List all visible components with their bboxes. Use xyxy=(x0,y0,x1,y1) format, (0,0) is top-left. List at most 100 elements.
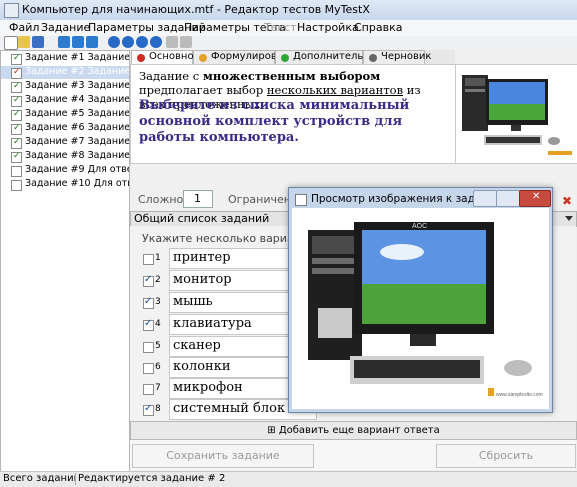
menu-file[interactable]: Файл xyxy=(9,21,39,34)
answer-row: 5 сканер xyxy=(140,336,317,357)
save-icon[interactable] xyxy=(32,36,44,48)
tab-main[interactable]: Основное xyxy=(131,50,200,65)
menu-bar: Файл Задание Параметры заданий Параметры… xyxy=(0,20,577,36)
task-checkbox[interactable]: ✓ xyxy=(11,68,22,79)
difficulty-stepper[interactable]: 1 xyxy=(183,190,213,208)
tab-additional[interactable]: Дополнительно xyxy=(275,50,376,65)
task-item[interactable]: ✓Задание #3 Задание с оди xyxy=(1,80,129,93)
app-icon xyxy=(4,3,19,18)
check-icon: ✓ xyxy=(13,123,21,133)
answer-row: 1 принтер xyxy=(140,248,317,269)
task-item-selected[interactable]: ✓Задание #2 Задание с мн xyxy=(1,66,129,79)
task-add-icon[interactable] xyxy=(58,36,70,48)
check-icon: ✓ xyxy=(13,81,21,91)
task-checkbox[interactable]: ✓ xyxy=(11,96,22,107)
check-icon: ✓ xyxy=(13,67,21,77)
status-bar: Всего заданий: 10 Редактируется задание … xyxy=(0,471,577,487)
answer-checkbox[interactable] xyxy=(143,296,154,309)
add-answer-button[interactable]: ⊞ Добавить еще вариант ответа xyxy=(130,421,577,440)
move-up-icon[interactable] xyxy=(108,36,120,48)
task-list: ✓Задание #1 Задание на руч ✓Задание #2 З… xyxy=(0,50,130,472)
maximize-button[interactable] xyxy=(496,190,520,207)
answer-row: 6 колонки xyxy=(140,357,317,378)
task-item[interactable]: ✓Задание #6 Задание с оди xyxy=(1,122,129,135)
task-checkbox[interactable]: ✓ xyxy=(11,110,22,121)
gray-dot-icon xyxy=(369,54,377,62)
answer-row: 3мышь xyxy=(140,292,317,313)
tab-draft[interactable]: Черновик xyxy=(363,50,431,65)
answer-row: 7 микрофон xyxy=(140,378,317,399)
task-item[interactable]: ✓Задание #5 Задание с мно xyxy=(1,108,129,121)
task-item[interactable]: Задание #10 Для ответа н xyxy=(1,178,129,191)
move-first-icon[interactable] xyxy=(136,36,148,48)
task-item[interactable]: ✓Задание #1 Задание на руч xyxy=(1,52,129,65)
answer-checkbox[interactable] xyxy=(143,274,154,287)
chevron-down-icon xyxy=(565,216,573,221)
status-total: Всего заданий: 10 xyxy=(3,473,75,484)
answer-row: 2монитор xyxy=(140,270,317,291)
task-checkbox[interactable]: ✓ xyxy=(11,124,22,135)
answer-checkbox[interactable] xyxy=(143,363,154,374)
task-item[interactable]: Задание #9 Для ответа на xyxy=(1,164,129,177)
task-checkbox[interactable]: ✓ xyxy=(11,152,22,163)
monitor-brand: AOC xyxy=(412,223,427,230)
task-checkbox[interactable]: ✓ xyxy=(11,82,22,93)
menu-settings[interactable]: Настройка xyxy=(297,21,359,34)
check-icon: ✓ xyxy=(13,151,21,161)
green-dot-icon xyxy=(281,54,289,62)
save-task-button[interactable]: Сохранить задание xyxy=(132,444,314,468)
task-item[interactable]: ✓Задание #4 Задание с мно xyxy=(1,94,129,107)
close-button[interactable] xyxy=(519,190,551,207)
question-highlight: Выберите из списка минимальный основной … xyxy=(139,98,410,145)
menu-task[interactable]: Задание xyxy=(41,21,90,34)
menu-text[interactable]: Текст xyxy=(264,21,297,34)
bottom-actions: Сохранить задание Сбросить xyxy=(130,440,576,470)
task-delete-icon[interactable] xyxy=(86,36,98,48)
toolbar xyxy=(0,36,577,50)
new-file-icon[interactable] xyxy=(4,36,18,50)
preview-image: AOC www.samplesite.com xyxy=(292,208,549,409)
status-editing: Редактируется задание # 2 xyxy=(78,473,226,484)
editor-tabs: Основное Формулировки Дополнительно Черн… xyxy=(130,50,455,65)
status-separator xyxy=(75,473,76,485)
copy-icon[interactable] xyxy=(166,36,178,48)
check-icon: ✓ xyxy=(13,109,21,119)
yellow-dot-icon xyxy=(199,54,207,62)
reset-button[interactable]: Сбросить xyxy=(436,444,576,468)
question-editor[interactable]: Задание с множественным выбором предпола… xyxy=(130,64,456,164)
computer-image: AOC www.samplesite.com xyxy=(308,222,543,398)
answer-checkbox[interactable] xyxy=(143,342,154,353)
answer-checkbox[interactable] xyxy=(143,318,154,331)
task-checkbox[interactable] xyxy=(11,180,22,191)
minimize-button[interactable] xyxy=(473,190,497,207)
task-checkbox[interactable]: ✓ xyxy=(11,54,22,65)
check-icon: ✓ xyxy=(13,95,21,105)
answer-checkbox[interactable] xyxy=(143,254,154,265)
open-folder-icon[interactable] xyxy=(18,36,30,48)
question-image-thumbnail[interactable] xyxy=(455,64,577,164)
title-bar: Компьютер для начинающих.mtf - Редактор … xyxy=(0,0,577,21)
task-item[interactable]: ✓Задание #7 Задание с оди xyxy=(1,136,129,149)
answer-row: 4клавиатура xyxy=(140,314,317,335)
red-dot-icon xyxy=(137,54,145,62)
answer-checkbox[interactable] xyxy=(143,384,154,395)
tab-formulations[interactable]: Формулировки xyxy=(193,50,289,65)
task-checkbox[interactable] xyxy=(11,166,22,177)
answer-row: 8системный блок xyxy=(140,399,317,420)
move-last-icon[interactable] xyxy=(150,36,162,48)
task-item[interactable]: ✓Задание #8 Задание на руч xyxy=(1,150,129,163)
task-checkbox[interactable]: ✓ xyxy=(11,138,22,149)
window-title: Компьютер для начинающих.mtf - Редактор … xyxy=(22,3,370,16)
image-caption: www.samplesite.com xyxy=(496,392,543,398)
window-icon xyxy=(295,194,307,206)
answer-checkbox[interactable] xyxy=(143,403,154,416)
move-down-icon[interactable] xyxy=(122,36,134,48)
image-preview-window: Просмотр изображения к заданию AOC www xyxy=(288,187,553,413)
delete-icon[interactable]: ✖ xyxy=(562,194,572,208)
check-icon: ✓ xyxy=(13,53,21,63)
menu-help[interactable]: Справка xyxy=(354,21,402,34)
task-insert-icon[interactable] xyxy=(72,36,84,48)
paste-icon[interactable] xyxy=(180,36,192,48)
check-icon: ✓ xyxy=(13,137,21,147)
computer-image xyxy=(462,75,572,155)
